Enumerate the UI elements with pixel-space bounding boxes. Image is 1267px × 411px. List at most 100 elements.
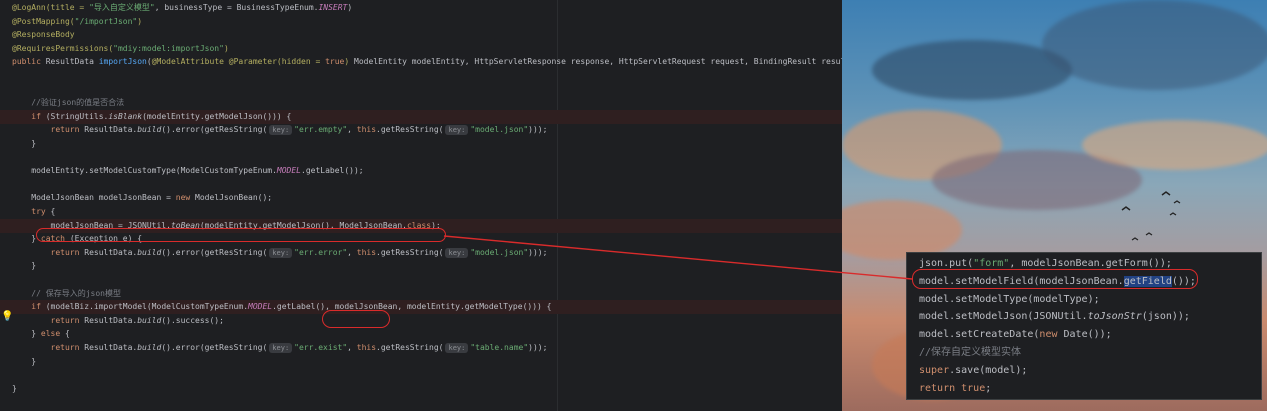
parameter-hint: key:: [269, 247, 293, 258]
code-line[interactable]: @RequiresPermissions("mdiy:model:importJ…: [0, 42, 842, 56]
annotation-ellipse-argument: [322, 310, 390, 328]
code-line[interactable]: [0, 273, 842, 287]
code-line[interactable]: [0, 69, 842, 83]
code-token: Date());: [1063, 329, 1112, 341]
code-token: .getResString(: [376, 343, 444, 352]
code-token: ModelEntity modelEntity, HttpServletResp…: [354, 57, 842, 67]
code-token: ().error(getResString(: [161, 125, 268, 135]
code-token: {: [50, 207, 56, 216]
code-token: if: [31, 111, 46, 121]
code-token: ().error(getResString(: [161, 247, 268, 257]
code-token: .getResString(: [376, 125, 444, 135]
code-line[interactable]: public ResultData importJson(@ModelAttri…: [0, 55, 842, 69]
code-line[interactable]: return ResultData.build().error(getResSt…: [0, 246, 842, 260]
code-line[interactable]: }: [0, 137, 842, 151]
code-line[interactable]: @LogAnn(title = "导入自定义模型", businessType …: [0, 1, 842, 15]
code-token: }: [12, 383, 17, 393]
code-token: ().success();: [161, 315, 224, 325]
code-token: ): [344, 57, 354, 67]
code-token: "err.empty": [294, 125, 348, 135]
code-token: build: [137, 125, 162, 135]
code-line[interactable]: return ResultData.build().success();: [0, 314, 842, 328]
annotation-ellipse-assignment: [36, 228, 446, 242]
code-line[interactable]: return ResultData.build().error(getResSt…: [0, 123, 842, 137]
code-line[interactable]: } else {: [0, 327, 842, 341]
code-line[interactable]: [0, 151, 842, 165]
code-token: "model.json": [470, 247, 529, 257]
code-token: (modelEntity.getModelJson())) {: [142, 111, 292, 121]
code-line[interactable]: [0, 368, 842, 382]
code-line[interactable]: if (modelBiz.importModel(ModelCustomType…: [0, 300, 842, 315]
code-token: this: [356, 125, 377, 135]
snippet-line: model.setModelJson(JSONUtil.toJsonStr(js…: [919, 308, 1190, 326]
code-line[interactable]: modelEntity.setModelCustomType(ModelCust…: [0, 164, 842, 178]
code-token: return true: [919, 382, 986, 394]
code-token: "mdiy:model:importJson": [113, 43, 224, 53]
code-token: {: [65, 329, 70, 339]
code-token: super: [919, 364, 950, 376]
code-token: //保存自定义模型实体: [919, 347, 1022, 358]
code-token: INSERT: [318, 3, 348, 12]
code-token: @RequiresPermissions(: [12, 43, 114, 53]
code-token: "table.name": [470, 343, 529, 352]
code-token: ): [223, 43, 229, 53]
code-line[interactable]: }: [0, 382, 842, 396]
code-line[interactable]: //验证json的值是否合法: [0, 96, 842, 110]
cloud-shape: [1042, 0, 1267, 90]
code-token: isBlank: [108, 111, 143, 121]
code-line[interactable]: return ResultData.build().error(getResSt…: [0, 341, 842, 355]
code-token: ,: [347, 125, 357, 135]
code-token: .getLabel());: [301, 166, 364, 176]
code-token: ): [137, 16, 143, 26]
code-line[interactable]: @PostMapping("/importJson"): [0, 15, 842, 29]
code-token: modelEntity.setModelCustomType(ModelCust…: [12, 166, 277, 176]
code-line[interactable]: // 保存导入的json模型: [0, 287, 842, 301]
code-line[interactable]: @ResponseBody: [0, 28, 842, 42]
parameter-hint: key:: [269, 125, 293, 136]
code-line[interactable]: try {: [0, 205, 842, 219]
code-token: true: [325, 57, 345, 67]
code-token: build: [137, 343, 162, 352]
code-line[interactable]: [0, 83, 842, 97]
code-token: model.setModelJson(JSONUtil.: [919, 311, 1088, 323]
code-line[interactable]: [0, 178, 842, 192]
code-line[interactable]: ModelJsonBean modelJsonBean = new ModelJ…: [0, 191, 842, 205]
code-token: ,: [347, 247, 357, 257]
code-token: return: [50, 315, 85, 325]
code-token: model.setModelType(modelType);: [919, 293, 1100, 305]
snippet-line: model.setCreateDate(new Date());: [919, 326, 1112, 344]
code-token: else: [40, 329, 65, 339]
code-token: model.setCreateDate(: [919, 329, 1040, 341]
lightbulb-icon[interactable]: 💡: [1, 311, 13, 322]
code-token: "err.exist": [294, 343, 348, 352]
code-editor[interactable]: @LogAnn(title = "导入自定义模型", businessType …: [0, 0, 842, 411]
snippet-line: super.save(model);: [919, 362, 1027, 380]
code-token: ModelJsonBean modelJsonBean =: [12, 193, 176, 203]
code-token: (modelBiz.importModel(ModelCustomTypeEnu…: [45, 302, 249, 312]
code-token: MODEL: [248, 302, 273, 312]
annotation-ellipse-getfield: [912, 269, 1198, 289]
code-token: new: [1039, 329, 1064, 341]
code-token: MODEL: [276, 166, 301, 176]
code-line[interactable]: if (StringUtils.isBlank(modelEntity.getM…: [0, 109, 842, 124]
code-token: , modelJsonBean.getForm());: [1009, 258, 1172, 269]
code-line[interactable]: }: [0, 259, 842, 273]
code-token: }: [12, 356, 37, 366]
code-line[interactable]: }: [0, 355, 842, 369]
code-token: try: [31, 207, 51, 216]
code-token: ResultData.: [84, 125, 138, 135]
code-token: ResultData: [45, 57, 99, 67]
code-token: "err.error": [294, 247, 348, 257]
code-token: public: [12, 57, 46, 67]
code-token: }: [12, 139, 37, 148]
code-token: ): [347, 3, 353, 12]
code-token: build: [137, 247, 162, 257]
code-token: .getResString(: [376, 247, 444, 257]
code-token: return: [50, 343, 85, 352]
birds-silhouette: [1121, 191, 1181, 241]
